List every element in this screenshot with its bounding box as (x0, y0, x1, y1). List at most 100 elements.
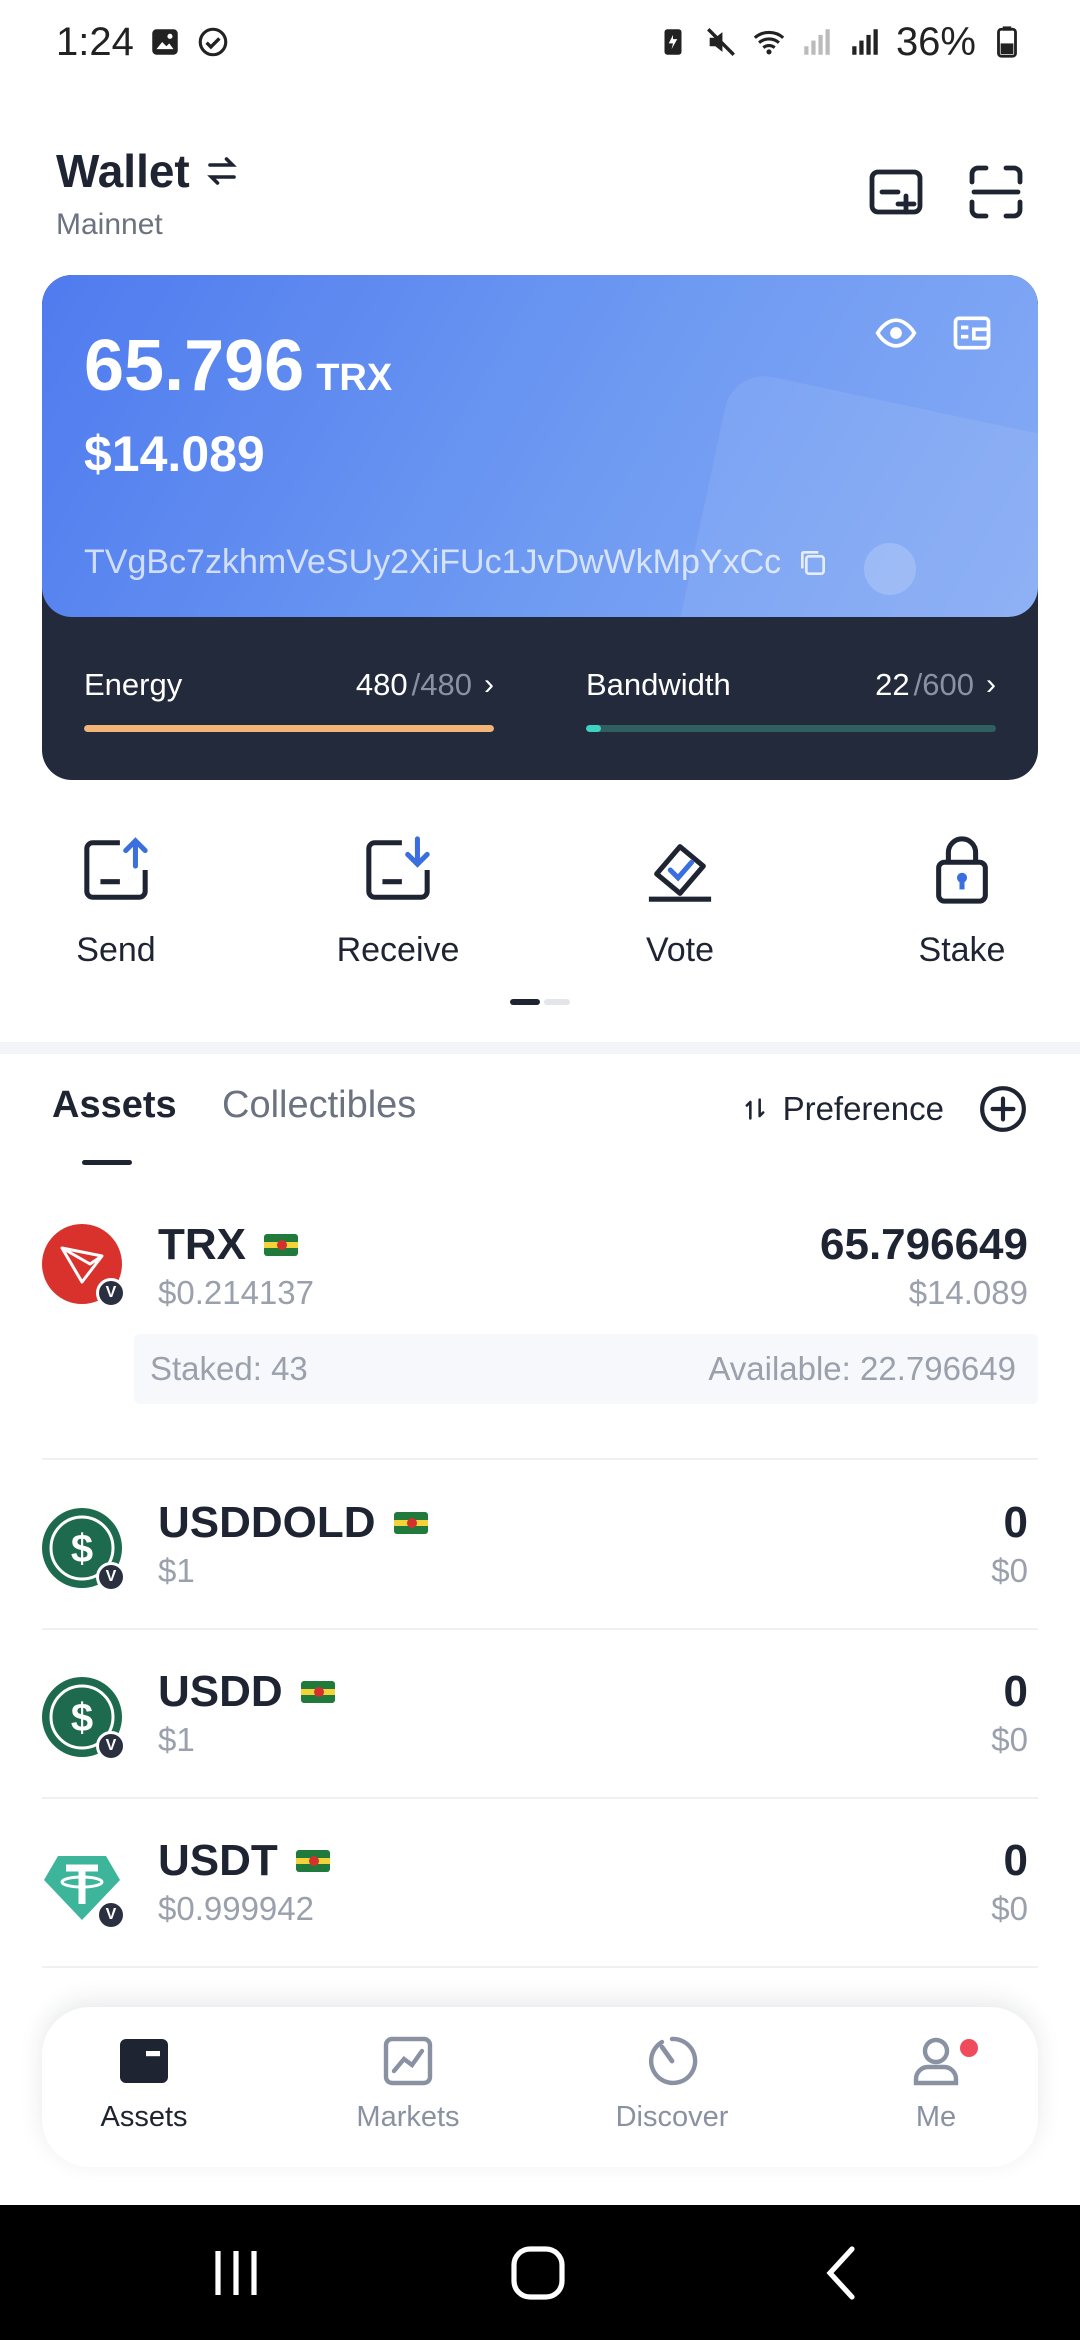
verified-badge: V (96, 1278, 126, 1308)
nav-assets-label: Assets (100, 2101, 188, 2133)
send-label: Send (76, 931, 156, 969)
bandwidth-bar (586, 725, 996, 732)
tab-assets[interactable]: Assets (52, 1084, 177, 1127)
recent-apps-icon[interactable] (206, 2243, 266, 2303)
bandwidth-current: 22 (875, 667, 910, 702)
asset-name: TRX (158, 1220, 298, 1270)
wallet-switcher[interactable]: Wallet (56, 144, 240, 198)
stake-button[interactable]: Stake (862, 835, 1062, 970)
check-circle-icon (198, 27, 228, 57)
nav-markets-label: Markets (356, 2101, 460, 2133)
battery-percent: 36% (895, 19, 976, 64)
vote-button[interactable]: Vote (580, 835, 780, 970)
asset-name-text: USDDOLD (158, 1498, 376, 1547)
discover-icon (648, 2036, 698, 2086)
wallet-icon (120, 2039, 168, 2083)
asset-row-trx[interactable]: V TRX $0.214137 65.796649 $14.089 Staked… (42, 1212, 1038, 1442)
vote-label: Vote (645, 931, 715, 969)
asset-name-text: USDT (158, 1836, 278, 1885)
stake-label: Stake (918, 931, 1006, 969)
nav-assets[interactable]: Assets (64, 2033, 224, 2134)
flag-icon (295, 1850, 330, 1872)
status-time: 1:24 (56, 19, 134, 64)
energy-bar (84, 725, 494, 732)
tab-collectibles[interactable]: Collectibles (222, 1084, 416, 1127)
send-button[interactable]: Send (16, 835, 216, 970)
nav-discover[interactable]: Discover (592, 2033, 752, 2134)
asset-value: $0 (991, 1890, 1028, 1927)
status-bar: 1:24 36% (0, 0, 1080, 84)
trx-icon: V (42, 1224, 126, 1308)
wallet-manage-icon[interactable] (950, 311, 994, 355)
row-divider (42, 1966, 1038, 1968)
scan-icon[interactable] (968, 164, 1024, 220)
balance-unit: TRX (316, 357, 393, 399)
verified-badge: V (96, 1562, 126, 1592)
back-icon[interactable] (812, 2243, 872, 2303)
status-right: 36% (656, 20, 1024, 65)
asset-row-usddold[interactable]: $ V USDDOLD $1 0 $0 (42, 1490, 1038, 1610)
user-icon (913, 2037, 959, 2086)
flag-icon (300, 1681, 335, 1703)
asset-price: $1 (158, 1552, 195, 1589)
signal-weak-icon (804, 29, 830, 55)
card-decoration-dot (864, 543, 916, 595)
energy-label: Energy (84, 667, 183, 702)
asset-price: $0.214137 (158, 1274, 314, 1311)
preference-button[interactable]: Preference (741, 1090, 944, 1128)
nav-me-label: Me (915, 2101, 957, 2133)
asset-value: $14.089 (908, 1274, 1028, 1311)
asset-amount: 0 (1003, 1667, 1028, 1716)
balance-number: 65.796 (84, 326, 305, 406)
asset-row-usdt[interactable]: V USDT $0.999942 0 $0 (42, 1828, 1038, 1948)
address-text: TVgBc7zkhmVeSUy2XiFUc1JvDwWkMpYxCc (84, 543, 782, 581)
page-indicator (510, 999, 570, 1005)
receive-button[interactable]: Receive (298, 835, 498, 970)
network-label: Mainnet (56, 208, 163, 241)
balance-amount: 65.796 TRX (84, 325, 392, 407)
eye-icon[interactable] (874, 311, 918, 355)
swap-icon (206, 157, 237, 185)
row-divider (42, 1797, 1038, 1799)
stake-icon (936, 836, 988, 904)
flag-icon (393, 1512, 428, 1534)
balance-usd: $14.089 (84, 426, 265, 482)
stake-info: Staked: 43 Available: 22.796649 (134, 1334, 1038, 1404)
add-wallet-icon[interactable] (868, 164, 924, 220)
tab-underline (82, 1160, 132, 1165)
verified-badge: V (96, 1731, 126, 1761)
wallet-title: Wallet (56, 145, 190, 197)
vote-icon (648, 844, 712, 902)
system-navigation-bar (0, 2205, 1080, 2340)
section-divider (0, 1042, 1080, 1054)
receive-label: Receive (336, 931, 460, 969)
asset-amount: 0 (1003, 1498, 1028, 1547)
sort-icon (745, 1098, 765, 1120)
bandwidth-value: 22/600 › (875, 667, 996, 703)
bandwidth-resource[interactable]: Bandwidth 22/600 › (586, 667, 996, 732)
energy-resource[interactable]: Energy 480/480 › (84, 667, 494, 732)
asset-tabs: Assets Collectibles Preference (52, 1080, 1028, 1180)
home-icon[interactable] (508, 2243, 568, 2303)
row-divider (42, 1458, 1038, 1460)
asset-row-usdd[interactable]: $ V USDD $1 0 $0 (42, 1659, 1038, 1779)
asset-value: $0 (991, 1721, 1028, 1758)
battery-saver-icon (664, 29, 682, 55)
notification-dot (960, 2039, 978, 2057)
receive-icon (366, 836, 430, 900)
energy-max: /480 (411, 667, 472, 702)
nav-markets[interactable]: Markets (328, 2033, 488, 2134)
usdt-icon: V (42, 1846, 126, 1930)
nav-me[interactable]: Me (856, 2033, 1016, 2134)
energy-bar-fill (84, 725, 494, 732)
preference-label: Preference (782, 1090, 944, 1127)
wallet-address[interactable]: TVgBc7zkhmVeSUy2XiFUc1JvDwWkMpYxCc (84, 543, 829, 582)
copy-icon[interactable] (797, 547, 829, 579)
signal-icon (852, 29, 878, 55)
add-token-icon[interactable] (978, 1084, 1028, 1134)
available-amount: Available: 22.796649 (708, 1350, 1016, 1387)
bandwidth-bar-fill (586, 725, 602, 732)
svg-text:$: $ (71, 1527, 93, 1571)
asset-name-text: USDD (158, 1667, 283, 1716)
usdd-icon: $ V (42, 1677, 126, 1761)
